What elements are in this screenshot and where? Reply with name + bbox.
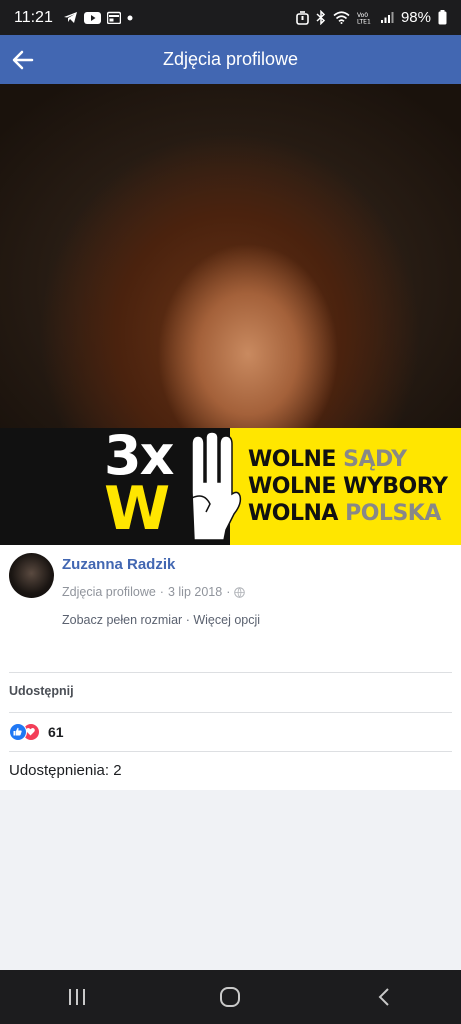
post-meta: Zdjęcia profilowe · 3 lip 2018 · [62, 585, 246, 599]
more-options-link[interactable]: Więcej opcji [193, 613, 260, 627]
home-icon [220, 987, 241, 1007]
reactions-summary[interactable]: 61 [9, 723, 64, 741]
divider [9, 712, 452, 713]
banner-letter: W [104, 474, 171, 544]
status-left-icons [63, 11, 133, 24]
shares-count[interactable]: Udostępnienia: 2 [9, 762, 122, 779]
recent-apps-icon [68, 989, 85, 1005]
bluetooth-icon [316, 10, 326, 25]
svg-text:LTE1: LTE1 [357, 19, 371, 25]
like-reaction-icon [9, 723, 27, 741]
system-nav-bar [0, 970, 461, 1024]
banner-line-3: WOLNA POLSKA [248, 501, 461, 526]
battery-text: 98% [400, 9, 431, 26]
share-button[interactable]: Udostępnij [9, 684, 74, 698]
post-date[interactable]: 3 lip 2018 [168, 585, 222, 599]
banner-left: 3x W [0, 424, 242, 545]
profile-photo[interactable]: 3x W WOLNE SĄDY WOLNE WYBORY WOLNA POLSK… [0, 84, 461, 545]
youtube-icon [83, 11, 101, 24]
meta-separator-2: · [226, 585, 231, 599]
status-right-icons: Vo0 LTE1 98% [296, 9, 447, 26]
calendar-icon [106, 11, 121, 24]
status-bar: 11:21 Vo0 LTE1 98% [0, 0, 461, 35]
avatar[interactable] [9, 553, 54, 598]
banner-line-2-a: WOLNE WYBORY [248, 474, 448, 499]
author-name[interactable]: Zuzanna Radzik [62, 556, 175, 573]
banner-line-2: WOLNE WYBORY [248, 474, 461, 499]
photo-details-card: Zuzanna Radzik Zdjęcia profilowe · 3 lip… [0, 545, 461, 790]
volte-icon: Vo0LTE1 [357, 12, 371, 25]
options-separator: · [185, 613, 190, 627]
back-chevron-icon [378, 988, 389, 1006]
photo-options: Zobacz pełen rozmiar · Więcej opcji [62, 613, 260, 627]
home-button[interactable] [200, 977, 260, 1017]
recent-apps-button[interactable] [47, 977, 107, 1017]
globe-icon [234, 586, 246, 598]
battery-icon [438, 10, 447, 25]
banner-line-3-a: WOLNA [248, 501, 346, 526]
divider [9, 751, 452, 752]
dot-icon [127, 15, 133, 20]
app-bar: Zdjęcia profilowe [0, 35, 461, 84]
banner-line-3-b: POLSKA [345, 501, 441, 526]
status-time: 11:21 [14, 8, 53, 26]
divider [9, 672, 452, 673]
back-button[interactable] [354, 977, 414, 1017]
banner-right: WOLNE SĄDY WOLNE WYBORY WOLNA POLSKA [230, 428, 461, 545]
wifi-icon [333, 11, 350, 24]
album-link[interactable]: Zdjęcia profilowe [62, 585, 156, 599]
banner-line-1-a: WOLNE [248, 447, 344, 472]
page-title: Zdjęcia profilowe [162, 49, 299, 69]
campaign-banner: 3x W WOLNE SĄDY WOLNE WYBORY WOLNA POLSK… [0, 424, 461, 545]
banner-line-1: WOLNE SĄDY [248, 447, 461, 472]
reaction-count: 61 [48, 724, 64, 740]
telegram-icon [63, 12, 77, 23]
portrait-image [0, 84, 461, 428]
three-fingers-hand-icon [191, 432, 242, 541]
signal-icon [380, 12, 394, 23]
full-size-link[interactable]: Zobacz pełen rozmiar [62, 613, 182, 627]
banner-line-1-b: SĄDY [343, 447, 407, 472]
meta-separator: · [159, 585, 164, 599]
alarm-icon [296, 10, 309, 25]
back-arrow-icon[interactable] [10, 47, 36, 73]
